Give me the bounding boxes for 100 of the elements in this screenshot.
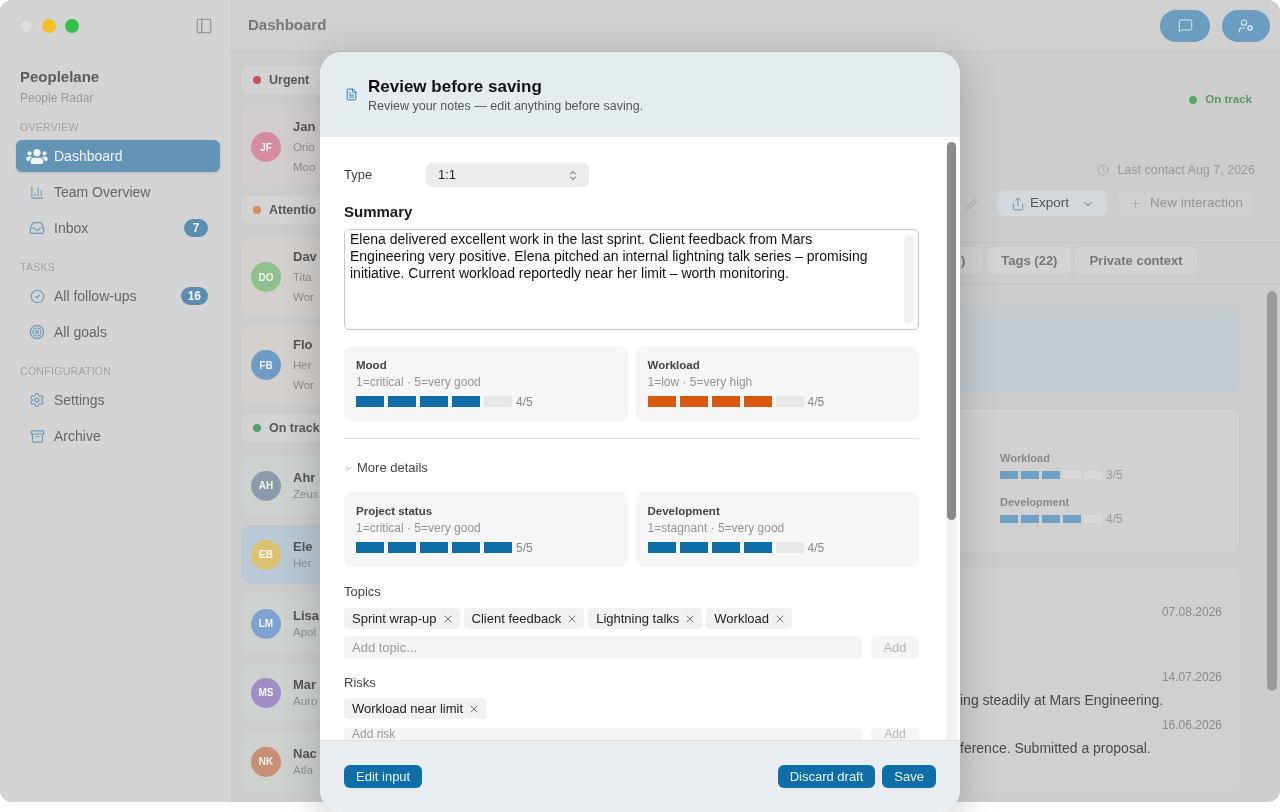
rating-label: Workload	[999, 451, 1051, 465]
plus-icon	[1129, 197, 1143, 210]
group-title: Urgent	[269, 71, 310, 89]
sidebar-item[interactable]: Dashboard	[16, 140, 220, 172]
dialog-title: Review before saving	[368, 76, 543, 98]
person-name: Mar	[293, 676, 318, 693]
avatar: NK	[251, 746, 281, 777]
scrollbar-thumb[interactable]	[947, 142, 956, 520]
person-note: Moo	[293, 160, 316, 175]
sidebar-item[interactable]: Archive	[16, 420, 220, 452]
sidebar-item[interactable]: Settings	[16, 384, 220, 416]
avatar: LM	[251, 608, 281, 639]
status-label: On track	[1205, 92, 1252, 108]
tab[interactable]: Tags (22)	[987, 247, 1072, 274]
person-card[interactable]: JF Jan Orio Moo	[242, 108, 320, 186]
footer-button[interactable]: Save	[882, 765, 936, 788]
tab[interactable]: Private context	[1075, 247, 1197, 274]
check-circle-icon	[29, 288, 45, 304]
person-note: Wor	[293, 290, 315, 305]
person-card[interactable]: MS Mar Auro	[242, 663, 320, 722]
footer-button[interactable]: Edit input	[344, 765, 423, 788]
chat-button[interactable]	[1160, 9, 1210, 42]
rating-value: 5/5	[516, 540, 533, 555]
entry-text: ing steadily at Mars Engineering.	[960, 691, 1165, 709]
person-card[interactable]: FB Flo Her Wor	[242, 326, 320, 404]
rating-value: 4/5	[1106, 511, 1123, 528]
person-card[interactable]: DO Dav Tita Wor	[242, 238, 320, 316]
person-subtitle: Her	[293, 358, 313, 373]
avatar: AH	[251, 470, 281, 501]
tab[interactable]: )	[960, 247, 984, 274]
document-icon	[345, 87, 358, 102]
avatar: JF	[251, 132, 281, 162]
export-button[interactable]: Export	[998, 191, 1108, 216]
count-badge: 16	[180, 287, 208, 305]
chip-label: Workload	[714, 609, 769, 628]
person-card[interactable]: LM Lisa Apol	[242, 594, 320, 653]
sidebar-item[interactable]: All follow-ups 16	[16, 280, 220, 312]
person-subtitle: Her	[293, 555, 313, 571]
person-name: Ahr	[293, 469, 317, 486]
minimize-button[interactable]	[42, 19, 56, 33]
summary-field[interactable]: Elena delivered excellent work in the last sprint. Client feedback from Mars Engineering very positive. Elena pitched an internal lightning talk series – promising initiative. Current workload reportedly near her limit – worth monitoring.	[344, 229, 919, 330]
archive-icon	[29, 428, 45, 444]
target-icon	[29, 324, 45, 340]
settings-icon	[29, 392, 45, 408]
section-label: Risks	[344, 675, 377, 691]
rating-scale: 1=low · 5=very high	[646, 374, 754, 390]
chat-icon	[1177, 18, 1193, 33]
maximize-button[interactable]	[65, 19, 79, 33]
person-subtitle: Apol	[293, 624, 318, 640]
group-title: Attentio	[269, 201, 317, 219]
rating-label: Project status	[355, 504, 434, 518]
person-subtitle: Atla	[293, 762, 314, 778]
scrollbar-thumb[interactable]	[1267, 291, 1277, 691]
rating-value: 4/5	[807, 394, 825, 409]
person-name: Ele	[293, 538, 313, 555]
person-note: Wor	[293, 378, 314, 393]
field-label: Type	[344, 166, 374, 185]
type-select[interactable]: 1:1	[426, 163, 589, 187]
bar-chart-icon	[29, 184, 45, 200]
entry-date: 16.06.2026	[1160, 717, 1222, 733]
section-label: Topics	[344, 584, 382, 600]
clock-icon	[1097, 164, 1110, 176]
avatar: DO	[251, 262, 281, 292]
up-down-chevron-icon	[567, 168, 579, 182]
footer-button[interactable]: Discard draft	[777, 765, 876, 788]
people-icon	[26, 147, 48, 165]
person-name: Lisa	[293, 607, 319, 624]
add-field[interactable]: Add topic...	[344, 636, 862, 659]
user-gear-icon	[1238, 17, 1254, 34]
entry-text: ference. Submitted a proposal.	[960, 739, 1152, 757]
person-subtitle: Auro	[293, 693, 318, 709]
rating-value: 4/5	[516, 394, 533, 409]
more-details-toggle[interactable]: More details	[344, 460, 428, 476]
rating-label: Development	[999, 495, 1071, 509]
share-icon	[1011, 196, 1025, 211]
sidebar-item[interactable]: Inbox 7	[16, 212, 220, 244]
person-card[interactable]: AH Ahr Zeus	[242, 456, 320, 515]
person-card[interactable]: NK Nac Atla	[242, 732, 320, 791]
person-name: Flo	[293, 336, 314, 354]
profile-settings-button[interactable]	[1222, 9, 1270, 42]
rating-label: Development	[646, 504, 721, 518]
inbox-icon	[29, 220, 45, 236]
count-badge: 7	[184, 219, 208, 237]
sidebar-item[interactable]: All goals	[16, 316, 220, 348]
person-name: Nac	[293, 745, 317, 762]
person-name: Dav	[293, 248, 317, 266]
add-field[interactable]: Add risk	[344, 728, 862, 740]
dialog-subtitle: Review your notes — edit anything before saving.	[368, 98, 644, 114]
avatar: FB	[251, 350, 281, 380]
entry-date: 07.08.2026	[1160, 604, 1222, 620]
sidebar-toggle-icon[interactable]	[194, 17, 214, 35]
group-title: On track	[269, 419, 320, 437]
avatar: EB	[251, 539, 281, 570]
person-name: Jan	[293, 118, 316, 136]
pencil-icon[interactable]	[966, 197, 978, 210]
avatar: MS	[251, 677, 281, 708]
rating-value: 3/5	[1106, 467, 1123, 484]
sidebar-item[interactable]: Team Overview	[16, 176, 220, 208]
chip-label: Sprint wrap-up	[352, 609, 437, 628]
person-card[interactable]: EB Ele Her	[242, 525, 320, 584]
